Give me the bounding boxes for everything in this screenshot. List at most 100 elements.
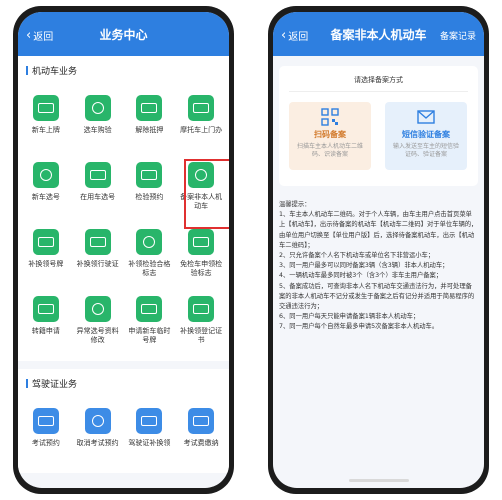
record-method-card: 请选择备案方式 扫码备案 扫描车主本人机动车二维码、识读备案 短信验证备案 输入…: [279, 66, 478, 186]
calendar-icon: [84, 408, 111, 434]
car-plate-icon: [188, 95, 215, 121]
license-icon: [84, 229, 111, 255]
service-item[interactable]: 考试费缴纳: [175, 400, 227, 467]
inspection-icon: [136, 162, 163, 188]
service-item[interactable]: 新车上牌: [20, 87, 72, 154]
icon-glyph: [91, 303, 104, 315]
page-title: 业务中心: [99, 28, 148, 42]
service-item[interactable]: 取消考试预约: [72, 400, 124, 467]
service-label: 选车购验: [83, 126, 112, 134]
option-name: 扫码备案: [314, 130, 346, 139]
driver-service-grid: 考试预约 取消考试预约 驾驶证补换领 考试费缴纳: [18, 396, 229, 473]
badge-icon: [136, 229, 163, 255]
service-item[interactable]: 解除抵押: [124, 87, 176, 154]
service-label: 补换领登记证书: [180, 327, 223, 344]
icon-glyph: [91, 102, 104, 114]
service-item[interactable]: 转籍申请: [20, 288, 72, 355]
service-item[interactable]: 补换领行驶证: [72, 221, 124, 288]
driver-section-title: 驾驶证业务: [18, 369, 229, 396]
icon-glyph: [143, 236, 156, 248]
document-icon: [136, 95, 163, 121]
service-item[interactable]: 摩托车上门办: [175, 87, 227, 154]
tip-line: 1、车主本人机动车二维码。对于个人车辆，由车主用户点击首页菜单上【机动车】，出示…: [279, 211, 478, 249]
qr-code-icon: [321, 108, 339, 126]
certificate-icon: [188, 296, 215, 322]
icon-glyph: [37, 103, 54, 113]
service-item[interactable]: 补换领登记证书: [175, 288, 227, 355]
icon-glyph: [89, 170, 106, 180]
car-icon: [84, 95, 111, 121]
section-label: 机动车业务: [32, 67, 78, 77]
tip-line: 温馨提示：: [279, 201, 311, 208]
service-label: 检验预约: [135, 193, 164, 201]
icon-glyph: [37, 237, 54, 247]
service-item[interactable]: 免检车申领检验标志: [175, 221, 227, 288]
tips-text: 温馨提示： 1、车主本人机动车二维码。对于个人车辆，由车主用户点击首页菜单上【机…: [279, 200, 478, 333]
tip-line: 5、备案成功后，可查询非本人名下机动车交通违法行为，并可处理备案的非本人机动车不…: [279, 282, 475, 311]
id-card-icon: [136, 408, 163, 434]
service-item[interactable]: 驾驶证补换领: [124, 400, 176, 467]
service-label: 补领检验合格标志: [128, 260, 171, 277]
service-item[interactable]: 补换领号牌: [20, 221, 72, 288]
envelope-icon: [417, 110, 435, 124]
service-label: 取消考试预约: [76, 439, 119, 447]
service-label: 补换领行驶证: [76, 260, 119, 268]
icon-glyph: [141, 170, 158, 180]
service-item[interactable]: 在用车选号: [72, 154, 124, 221]
service-label: 新车选号: [31, 193, 60, 201]
service-label: 补换领号牌: [28, 260, 64, 268]
icon-glyph: [37, 416, 54, 426]
section-marker: [26, 379, 28, 388]
right-phone-frame: ‹ 返回 备案非本人机动车 备案记录 请选择备案方式 扫码备案 扫描车主本人机动…: [268, 6, 489, 494]
service-label: 解除抵押: [135, 126, 164, 134]
left-phone-frame: ‹ 返回 业务中心 机动车业务 新车上牌 选车购验 解除抵押 摩托车上门办 新车选号 在用…: [13, 6, 234, 494]
car-plate-icon: [84, 162, 111, 188]
service-label: 免检车申领检验标志: [180, 260, 223, 277]
vehicle-section-title: 机动车业务: [18, 56, 229, 83]
option-desc: 扫描车主本人机动车二维码、识读备案: [296, 143, 363, 158]
tip-line: 4、一辆机动车最多同时被3个（含3个）非车主用户备案；: [279, 272, 443, 280]
car-plate-icon: [32, 162, 59, 188]
record-history-link[interactable]: 备案记录: [440, 29, 476, 42]
service-item[interactable]: 补领检验合格标志: [124, 221, 176, 288]
icon-glyph: [193, 304, 210, 314]
transfer-icon: [32, 296, 59, 322]
icon-glyph: [91, 415, 104, 427]
highlight-box: [184, 159, 229, 229]
service-item[interactable]: 检验预约: [124, 154, 176, 221]
service-label: 异常选号资料修改: [76, 327, 119, 344]
tip-line: 6、同一用户每天只能申请备案1辆非本人机动车；: [279, 313, 420, 321]
service-label: 摩托车上门办: [180, 126, 223, 134]
service-item[interactable]: 选车购验: [72, 87, 124, 154]
edit-icon: [84, 296, 111, 322]
section-marker: [26, 66, 28, 75]
service-label: 驾驶证补换领: [128, 439, 171, 447]
scan-record-option[interactable]: 扫码备案 扫描车主本人机动车二维码、识读备案: [289, 102, 371, 170]
icon-glyph: [141, 103, 158, 113]
payment-icon: [188, 408, 215, 434]
tip-line: 7、同一用户每个自然年最多申请5次备案非本人机动车。: [279, 323, 439, 331]
option-name: 短信验证备案: [402, 130, 450, 139]
home-indicator: [348, 479, 409, 482]
header-bar: ‹ 返回 备案非本人机动车 备案记录: [273, 12, 484, 56]
icon-glyph: [37, 304, 54, 314]
icon-glyph: [193, 416, 210, 426]
service-label: 新车上牌: [31, 126, 60, 134]
service-label: 考试预约: [31, 439, 60, 447]
icon-glyph: [193, 237, 210, 247]
section-divider: [18, 361, 229, 369]
icon-glyph: [141, 304, 158, 314]
service-item[interactable]: 申请新车临时号牌: [124, 288, 176, 355]
service-item[interactable]: 考试预约: [20, 400, 72, 467]
icon-glyph: [141, 416, 158, 426]
record-vehicle-screen: ‹ 返回 备案非本人机动车 备案记录 请选择备案方式 扫码备案 扫描车主本人机动…: [273, 12, 484, 488]
service-item[interactable]: 新车选号: [20, 154, 72, 221]
calendar-icon: [32, 408, 59, 434]
sms-record-option[interactable]: 短信验证备案 输入发送至车主的短信验证码、验证备案: [385, 102, 467, 170]
option-desc: 输入发送至车主的短信验证码、验证备案: [392, 143, 459, 158]
icon-glyph: [39, 169, 52, 181]
section-label: 驾驶证业务: [32, 380, 78, 390]
service-item[interactable]: 异常选号资料修改: [72, 288, 124, 355]
car-plate-icon: [136, 296, 163, 322]
service-label: 申请新车临时号牌: [128, 327, 171, 344]
